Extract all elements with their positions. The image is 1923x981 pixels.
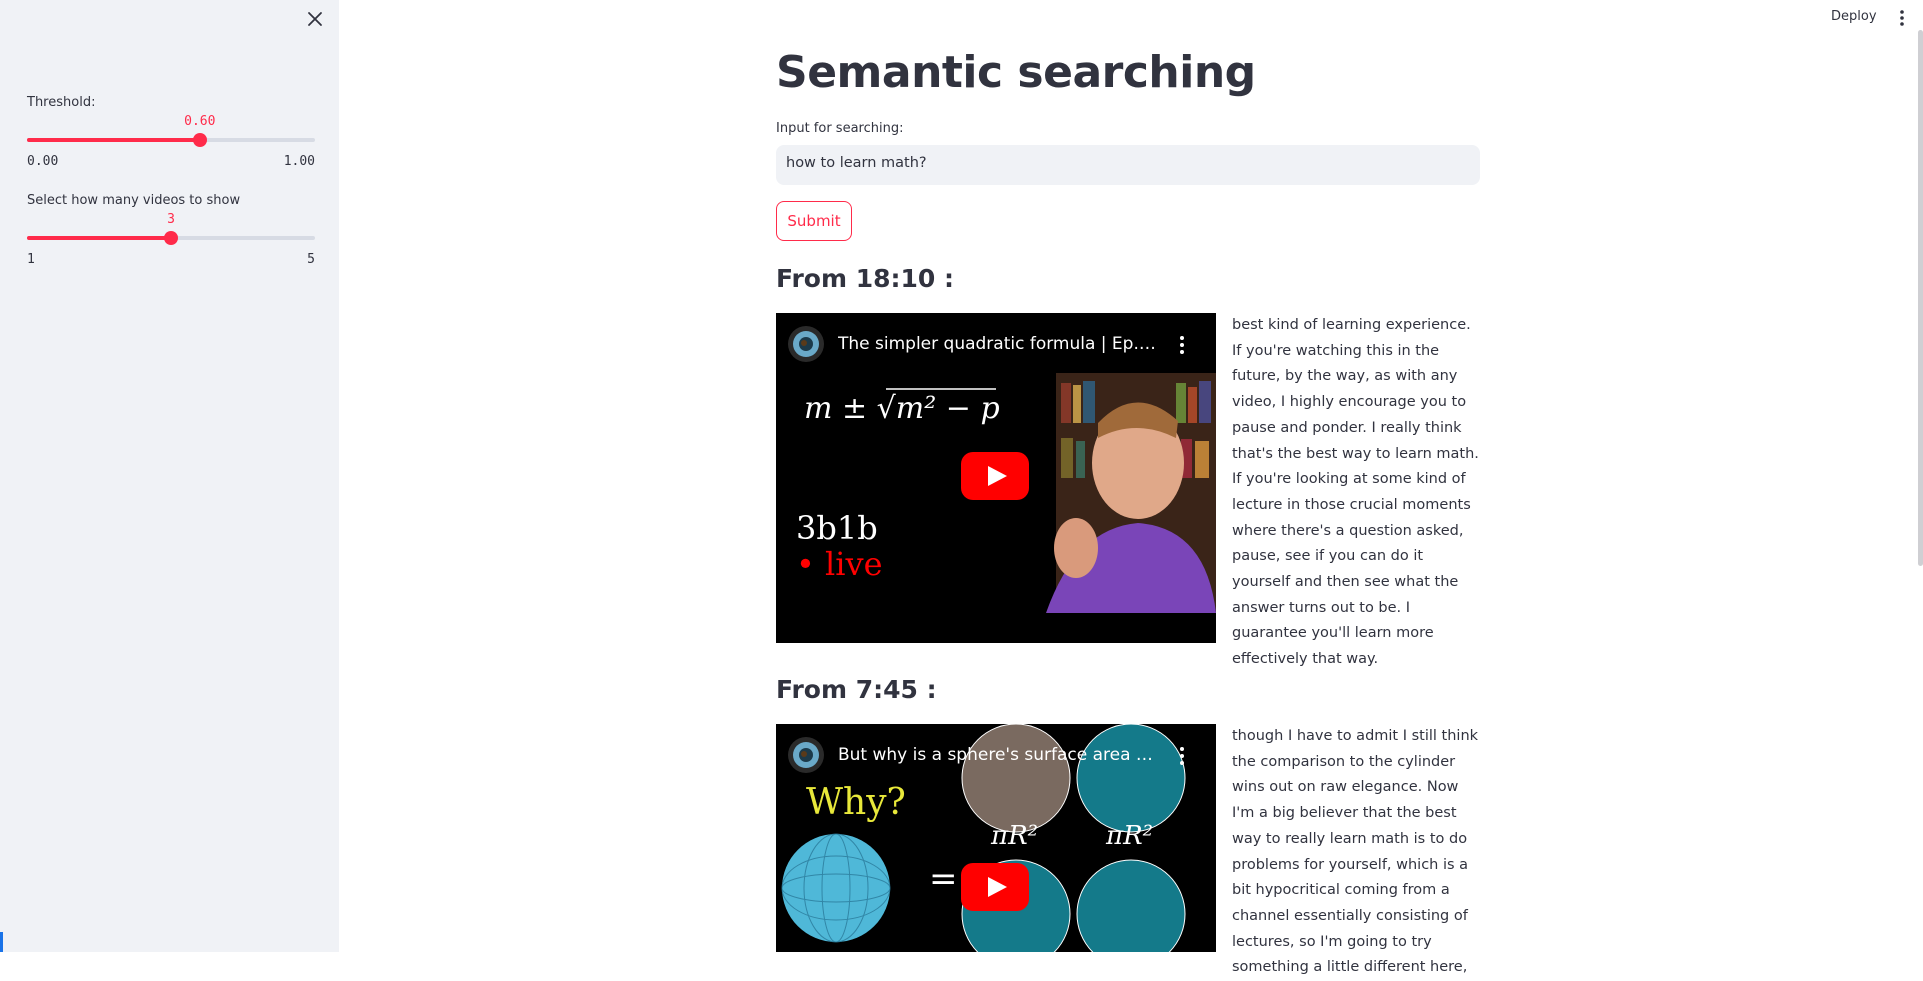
- svg-text:m ± √m² − p: m ± √m² − p: [804, 391, 1000, 426]
- result-heading: From 7:45 :: [776, 675, 937, 704]
- channel-avatar-icon[interactable]: [788, 737, 824, 773]
- thumbnail-live-text: • live: [796, 545, 883, 583]
- threshold-value: 0.60: [184, 114, 216, 129]
- youtube-video-player[interactable]: = πR² πR² Why? But why is a sphere's sur…: [776, 724, 1216, 952]
- channel-avatar-icon[interactable]: [788, 326, 824, 362]
- threshold-label: Threshold:: [27, 95, 96, 110]
- deploy-button[interactable]: Deploy: [1831, 9, 1877, 24]
- video-count-label: Select how many videos to show: [27, 193, 241, 208]
- threshold-slider-thumb[interactable]: [192, 133, 207, 147]
- svg-text:πR²: πR²: [1105, 821, 1153, 851]
- threshold-slider-fill: [27, 138, 200, 142]
- threshold-min-label: 0.00: [27, 154, 59, 169]
- threshold-slider[interactable]: 0.60: [27, 114, 315, 147]
- video-title[interactable]: But why is a sphere's surface area fou..…: [838, 745, 1158, 765]
- video-count-slider-fill: [27, 236, 171, 240]
- video-more-icon[interactable]: [1178, 333, 1186, 357]
- search-input-label: Input for searching:: [776, 121, 904, 136]
- result-heading: From 18:10 :: [776, 264, 955, 293]
- main-menu-icon[interactable]: [1894, 8, 1910, 28]
- thumbnail-text: Why?: [806, 782, 906, 823]
- sidebar: Threshold: 0.60 0.00 1.00 Select how man…: [0, 0, 339, 952]
- youtube-video-player[interactable]: m ± √m² − p 3b1b • live The simpler quad…: [776, 313, 1216, 643]
- close-sidebar-icon[interactable]: [304, 8, 326, 30]
- transcript-text: though I have to admit I still think the…: [1232, 728, 1479, 976]
- page-scrollbar[interactable]: [1918, 30, 1923, 566]
- svg-text:=: =: [929, 859, 958, 899]
- video-more-icon[interactable]: [1178, 744, 1186, 768]
- video-count-slider[interactable]: 3: [27, 212, 315, 245]
- play-button-icon[interactable]: [961, 863, 1029, 911]
- video-count-max-label: 5: [307, 252, 315, 267]
- svg-text:πR²: πR²: [990, 821, 1038, 851]
- play-button-icon[interactable]: [961, 452, 1029, 500]
- search-input-value: how to learn math?: [786, 155, 927, 171]
- thumbnail-text: 3b1b: [796, 509, 878, 547]
- window-edge-indicator: [0, 932, 3, 952]
- video-count-slider-thumb[interactable]: [164, 231, 178, 245]
- transcript-text: best kind of learning experience. If you…: [1232, 317, 1479, 668]
- video-count-min-label: 1: [27, 252, 35, 267]
- video-count-value: 3: [167, 212, 175, 227]
- page-title: Semantic searching: [776, 47, 1256, 98]
- threshold-max-label: 1.00: [283, 154, 315, 169]
- video-title[interactable]: The simpler quadratic formula | Ep. 1 ..…: [838, 334, 1158, 354]
- submit-button[interactable]: Submit: [776, 201, 852, 241]
- thumbnail-live-label: live: [825, 545, 883, 583]
- search-input[interactable]: how to learn math?: [776, 145, 1480, 185]
